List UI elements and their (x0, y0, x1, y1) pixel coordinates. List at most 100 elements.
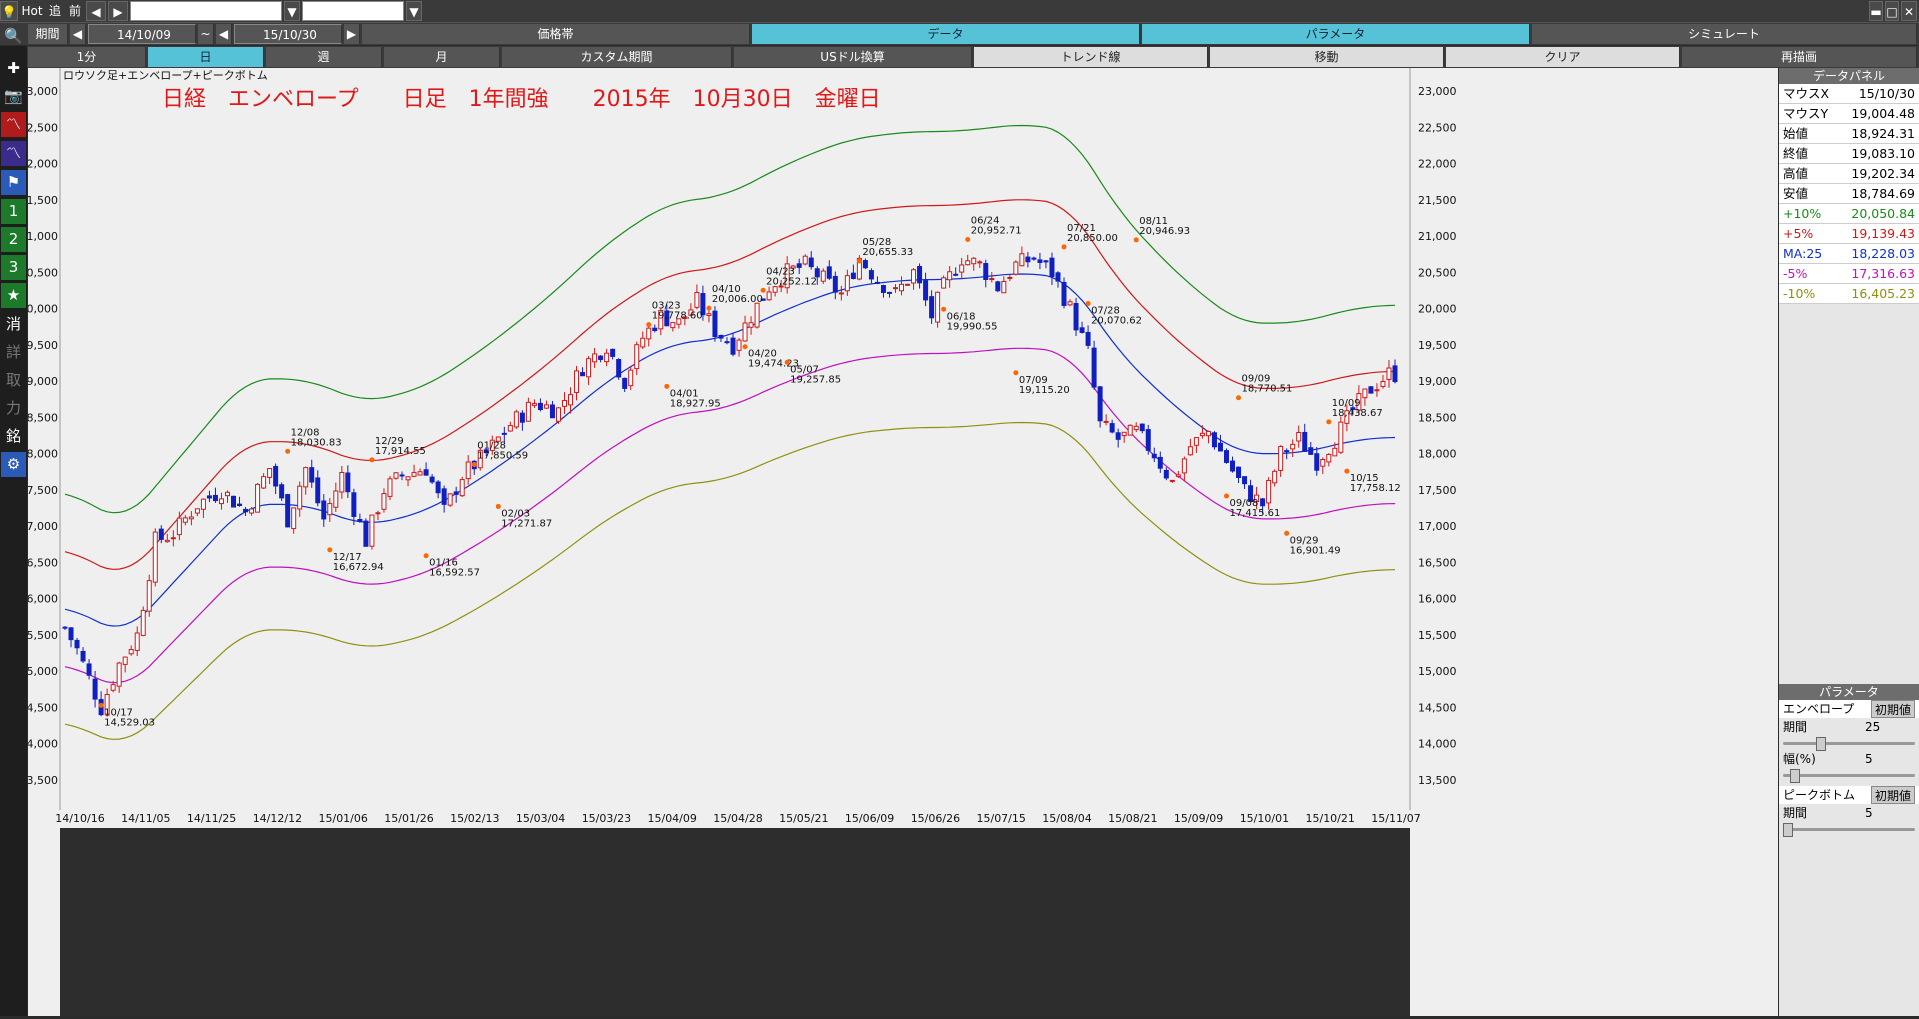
crosshair-icon[interactable]: ✚ (1, 56, 26, 81)
add-button[interactable]: 追 (46, 1, 64, 21)
candle-body (1115, 432, 1121, 440)
chart-area[interactable]: 23,000 23,000 22,500 22,500 22,000 22,000 21,5… (20, 68, 1778, 1016)
candle-body (862, 260, 868, 269)
slider-thumb[interactable] (1783, 823, 1793, 837)
slot-2-icon[interactable]: 2 (1, 227, 26, 252)
hot-button[interactable]: Hot (20, 1, 44, 21)
tab-data[interactable]: データ (752, 24, 1140, 44)
y-tick-label-left: 15,000 (28, 665, 58, 678)
candle-body (212, 494, 218, 502)
candle-body (935, 291, 941, 323)
candle-body (206, 495, 212, 499)
tab-1min[interactable]: 1分 (28, 47, 146, 67)
tab-monthly[interactable]: 月 (384, 47, 500, 67)
slot-3-icon[interactable]: 3 (1, 255, 26, 280)
peak-value-label: 19,778.60 (652, 311, 703, 322)
peak-marker (856, 258, 862, 264)
forward-arrow-icon[interactable]: ▶ (108, 1, 128, 21)
tab-move[interactable]: 移動 (1210, 47, 1444, 67)
chevron-down-icon[interactable]: ▼ (284, 1, 300, 21)
period-slider[interactable] (1783, 736, 1915, 751)
candlestick-chart[interactable]: 23,000 23,000 22,500 22,500 22,000 22,000 21,5… (20, 68, 1778, 1016)
x-tick-label: 15/07/15 (976, 812, 1025, 825)
erase-icon[interactable]: 消 (1, 312, 26, 337)
candle-body (1121, 431, 1127, 437)
lightbulb-icon[interactable]: 💡 (0, 1, 18, 21)
star-icon[interactable]: ★ (1, 283, 26, 308)
candle-body (381, 493, 387, 510)
candle-body (417, 471, 423, 476)
maximize-icon[interactable]: □ (1885, 1, 1899, 21)
tab-redraw[interactable]: 再描画 (1682, 47, 1917, 67)
prev-label[interactable]: 前 (66, 1, 84, 21)
peak-value-label: 14,529.03 (104, 717, 155, 728)
candle-body (1049, 257, 1055, 278)
candle-body (616, 358, 622, 378)
data-key: +10% (1783, 206, 1822, 221)
to-date-field[interactable]: 15/10/30 (234, 24, 342, 44)
candle-body (640, 337, 646, 348)
period-label: 期間 (28, 24, 68, 44)
tab-price-zone[interactable]: 価格帯 (362, 24, 750, 44)
back-arrow-icon[interactable]: ◀ (70, 24, 86, 44)
take-icon[interactable]: 取 (1, 368, 26, 393)
symbol-field[interactable]: 101/T 日経平均 (130, 1, 282, 21)
detail-icon[interactable]: 詳 (1, 340, 26, 365)
peak-reset-button[interactable]: 初期値 (1870, 786, 1915, 804)
chart-red-icon[interactable]: 〽 (1, 112, 26, 137)
peak-period-slider[interactable] (1783, 822, 1915, 837)
data-key: MA:25 (1783, 246, 1823, 261)
tab-simulate[interactable]: シミュレート (1532, 24, 1917, 44)
gear-icon[interactable]: ⚙ (1, 452, 26, 477)
candle-body (146, 580, 152, 612)
tab-usd-conversion[interactable]: USドル換算 (734, 47, 972, 67)
tab-weekly[interactable]: 週 (266, 47, 382, 67)
candle-body (200, 498, 206, 510)
camera-icon[interactable]: 📷 (1, 84, 26, 109)
peak-period-value[interactable]: 5 (1865, 804, 1915, 822)
tab-daily[interactable]: 日 (148, 47, 264, 67)
from-date-field[interactable]: 14/10/09 (88, 24, 196, 44)
universe-select[interactable]: 全ての銘柄 (302, 1, 404, 21)
peak-marker (784, 359, 790, 365)
candle-body (182, 517, 188, 523)
envelope-reset-button[interactable]: 初期値 (1870, 700, 1915, 718)
width-value[interactable]: 5 (1865, 750, 1915, 768)
candle-body (1157, 456, 1163, 469)
slider-thumb[interactable] (1816, 737, 1826, 751)
slider-thumb[interactable] (1789, 769, 1800, 783)
search-icon[interactable]: 🔍 (1, 24, 26, 49)
tab-clear[interactable]: クリア (1446, 47, 1680, 67)
data-row: 高値 19,202.34 (1779, 164, 1919, 184)
candle-body (832, 275, 838, 293)
candle-body (1338, 421, 1344, 453)
stock-icon[interactable]: 銘 (1, 424, 26, 449)
back-arrow-icon[interactable]: ◀ (216, 24, 232, 44)
back-arrow-icon[interactable]: ◀ (86, 1, 106, 21)
data-row: MA:25 18,228.03 (1779, 244, 1919, 264)
tab-custom-period[interactable]: カスタム期間 (502, 47, 732, 67)
close-icon[interactable]: ✕ (1901, 1, 1917, 21)
candle-body (68, 627, 74, 641)
width-slider[interactable] (1783, 768, 1915, 783)
peak-value-label: 17,850.59 (477, 450, 528, 461)
candle-body (1079, 327, 1085, 333)
y-tick-label-right: 16,500 (1418, 556, 1457, 569)
candle-body (110, 684, 116, 691)
candle-body (1091, 347, 1097, 388)
chevron-down-icon[interactable]: ▼ (406, 1, 422, 21)
period-value[interactable]: 25 (1865, 718, 1915, 736)
candle-body (1236, 466, 1242, 479)
slot-1-icon[interactable]: 1 (1, 199, 26, 224)
chart-purple-icon[interactable]: 〽 (1, 141, 26, 166)
candle-body (363, 520, 369, 547)
candle-body (802, 255, 808, 265)
tab-parameter[interactable]: パラメータ (1142, 24, 1530, 44)
flag-icon[interactable]: ⚑ (1, 170, 26, 195)
candle-body (243, 508, 249, 513)
candle-body (1380, 381, 1386, 387)
tab-trendline[interactable]: トレンド線 (974, 47, 1208, 67)
minimize-icon[interactable]: ▬ (1869, 1, 1883, 21)
forward-arrow-icon[interactable]: ▶ (344, 24, 360, 44)
power-icon[interactable]: 力 (1, 396, 26, 421)
